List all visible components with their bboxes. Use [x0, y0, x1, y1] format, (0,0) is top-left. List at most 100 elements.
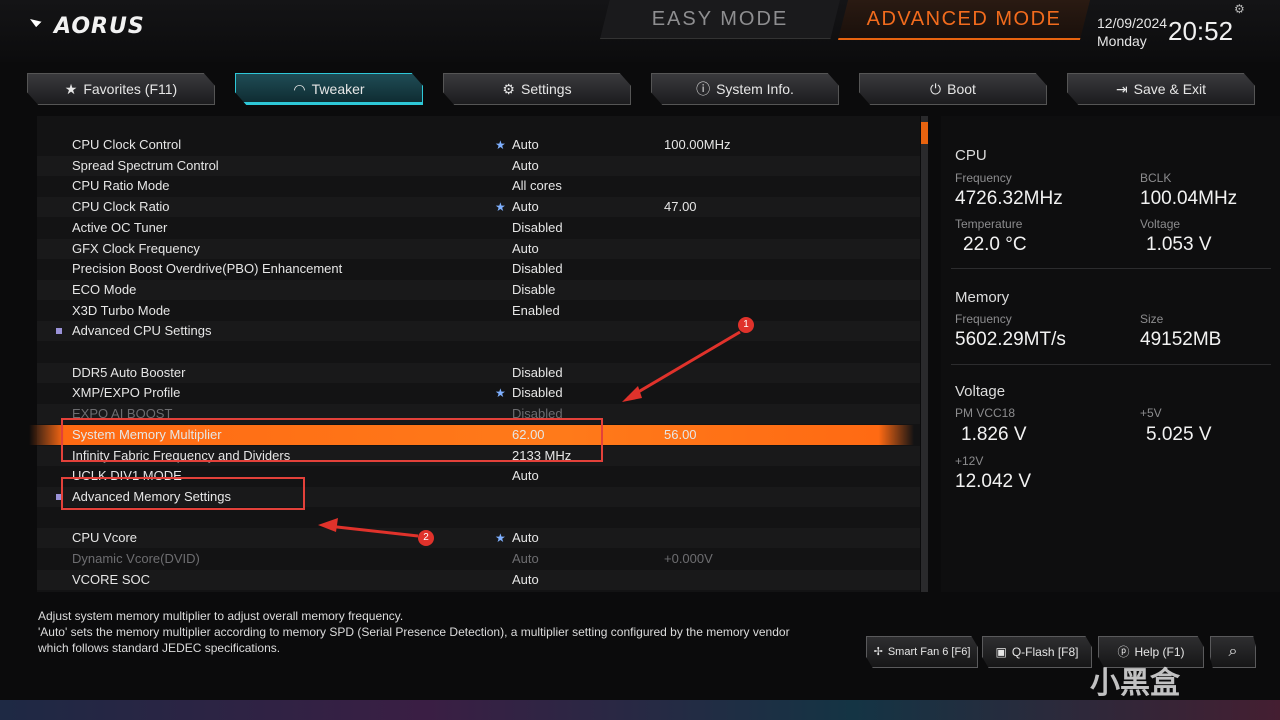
cpu-voltage-label: Voltage: [1140, 217, 1181, 231]
search-button[interactable]: ⌕: [1210, 636, 1256, 668]
date-display: 12/09/2024: [1097, 15, 1168, 31]
tab-settings[interactable]: ⚙ Settings: [443, 73, 631, 105]
submenu-row[interactable]: Advanced CPU Settings: [37, 321, 920, 342]
setting-label: Active OC Tuner: [72, 219, 168, 235]
advanced-mode-tab[interactable]: ADVANCED MODE: [838, 0, 1090, 40]
submenu-bullet-icon: [56, 328, 62, 335]
setting-row[interactable]: DDR5 Auto Booster Disabled: [37, 362, 920, 383]
setting-current-value: 47.00: [664, 199, 697, 215]
spacer-row: [37, 342, 920, 362]
setting-value: Auto: [512, 199, 539, 215]
setting-label: CPU Clock Ratio: [72, 199, 170, 215]
gear-icon: ⚙: [502, 81, 515, 97]
setting-value: Enabled: [512, 302, 560, 318]
5v-value: 5.025 V: [1146, 424, 1212, 445]
annotation-box-memory: [61, 417, 603, 462]
aorus-logo: AORUS: [30, 14, 145, 39]
setting-label: Precision Boost Overdrive(PBO) Enhanceme…: [72, 261, 343, 277]
setting-value: Auto: [512, 551, 539, 566]
setting-value: Auto: [512, 468, 539, 484]
5v-label: +5V: [1140, 406, 1162, 420]
setting-current-value: 56.00: [664, 426, 697, 442]
setting-value: Disabled: [512, 364, 563, 380]
memory-size-label: Size: [1140, 312, 1164, 326]
tab-favorites[interactable]: ★ Favorites (F11): [27, 73, 215, 105]
search-icon: ⌕: [1228, 643, 1238, 660]
memory-size-value: 49152MB: [1140, 329, 1222, 350]
pm-vcc18-label: PM VCC18: [955, 406, 1016, 420]
pm-vcc18-value: 1.826 V: [961, 424, 1027, 445]
eagle-icon: [30, 19, 50, 35]
setting-label: CPU Clock Control: [72, 137, 182, 152]
setting-row[interactable]: CPU Clock Ratio ★ Auto 47.00: [37, 197, 920, 218]
help-line: 'Auto' sets the memory multiplier accord…: [38, 625, 790, 639]
chip-icon: ▣: [995, 645, 1007, 659]
favorite-star-icon: ★: [495, 200, 506, 215]
easy-mode-tab[interactable]: EASY MODE: [600, 0, 840, 39]
memory-frequency-value: 5602.29MT/s: [955, 329, 1066, 350]
setting-value: Disabled: [512, 219, 563, 235]
setting-row[interactable]: VCORE SOC Auto: [37, 569, 920, 590]
favorite-star-icon: ★: [495, 138, 506, 152]
settings-list: CPU Clock Control ★ Auto 100.00MHz Spread Sp…: [29, 116, 920, 592]
cpu-temperature-label: Temperature: [955, 217, 1023, 231]
setting-row[interactable]: Spread Spectrum Control Auto: [37, 155, 920, 176]
cpu-temperature-value: 22.0 °C: [963, 234, 1027, 255]
setting-row[interactable]: CPU Vcore ★ Auto: [37, 528, 920, 549]
help-line: which follows standard JEDEC specificati…: [38, 641, 281, 655]
setting-row[interactable]: ECO Mode Disable: [37, 279, 920, 300]
setting-label: GFX Clock Frequency: [72, 240, 200, 256]
setting-label: Dynamic Vcore(DVID): [72, 551, 200, 566]
setting-value: Auto: [512, 530, 539, 546]
12v-value: 12.042 V: [955, 471, 1032, 492]
setting-row[interactable]: CPU Clock Control ★ Auto 100.00MHz: [37, 135, 920, 155]
spacer-row: [37, 508, 920, 528]
help-line: Adjust system memory multiplier to adjus…: [38, 609, 404, 623]
setting-label: X3D Turbo Mode: [72, 302, 171, 318]
watermark: 小黑盒: [1090, 667, 1180, 700]
fan-icon: ✢: [873, 646, 883, 658]
12v-label: +12V: [955, 454, 984, 468]
tab-system-info[interactable]: ⓘ System Info.: [651, 73, 839, 105]
setting-row[interactable]: GFX Clock Frequency Auto: [37, 238, 920, 259]
tab-save-exit[interactable]: ⇥ Save & Exit: [1067, 73, 1255, 105]
annotation-box-advanced-memory: [61, 476, 305, 510]
scrollbar-thumb[interactable]: [921, 122, 928, 144]
memory-frequency-label: Frequency: [955, 312, 1012, 326]
info-icon: ⓘ: [696, 81, 711, 97]
setting-value: Disabled: [512, 385, 563, 401]
hardware-monitor-panel: CPU Frequency 4726.32MHz BCLK 100.04MHz …: [941, 116, 1280, 592]
favorite-star-icon: ★: [495, 386, 506, 401]
star-icon: ★: [64, 81, 78, 97]
scrollbar[interactable]: [921, 116, 928, 592]
setting-label: ECO Mode: [72, 281, 137, 297]
annotation-badge-1: 1: [738, 317, 754, 333]
qflash-button[interactable]: ▣ Q-Flash [F8]: [982, 636, 1092, 668]
setting-row[interactable]: Active OC Tuner Disabled: [37, 218, 920, 238]
setting-row[interactable]: CPU Ratio Mode All cores: [37, 176, 920, 196]
setting-label: Advanced CPU Settings: [72, 323, 212, 339]
cpu-section-title: CPU: [955, 147, 987, 164]
cpu-frequency-label: Frequency: [955, 171, 1012, 185]
setting-value: Auto: [512, 240, 539, 256]
setting-label: Spread Spectrum Control: [72, 157, 219, 173]
setting-label: CPU Vcore: [72, 530, 138, 546]
decorative-bottom-strip: [0, 700, 1280, 720]
annotation-badge-2: 2: [418, 530, 434, 546]
setting-label: XMP/EXPO Profile: [72, 385, 181, 401]
memory-section-title: Memory: [955, 289, 1010, 306]
tab-tweaker[interactable]: ◠ Tweaker: [235, 73, 423, 105]
setting-row[interactable]: Dynamic Vcore(DVID) Auto +0.000V: [37, 549, 920, 569]
gear-icon[interactable]: ⚙: [1234, 2, 1245, 16]
setting-row[interactable]: XMP/EXPO Profile ★ Disabled: [37, 383, 920, 403]
smart-fan-button[interactable]: ✢ Smart Fan 6 [F6]: [866, 636, 978, 668]
setting-current-value: +0.000V: [664, 551, 713, 566]
exit-icon: ⇥: [1115, 81, 1128, 97]
setting-value: Auto: [512, 571, 539, 587]
setting-label: DDR5 Auto Booster: [72, 364, 186, 380]
power-icon: ⏻: [930, 81, 942, 97]
setting-row[interactable]: Precision Boost Overdrive(PBO) Enhanceme…: [37, 259, 920, 279]
day-display: Monday: [1097, 33, 1147, 49]
setting-row[interactable]: X3D Turbo Mode Enabled: [37, 301, 920, 321]
tab-boot[interactable]: ⏻ Boot: [859, 73, 1047, 105]
